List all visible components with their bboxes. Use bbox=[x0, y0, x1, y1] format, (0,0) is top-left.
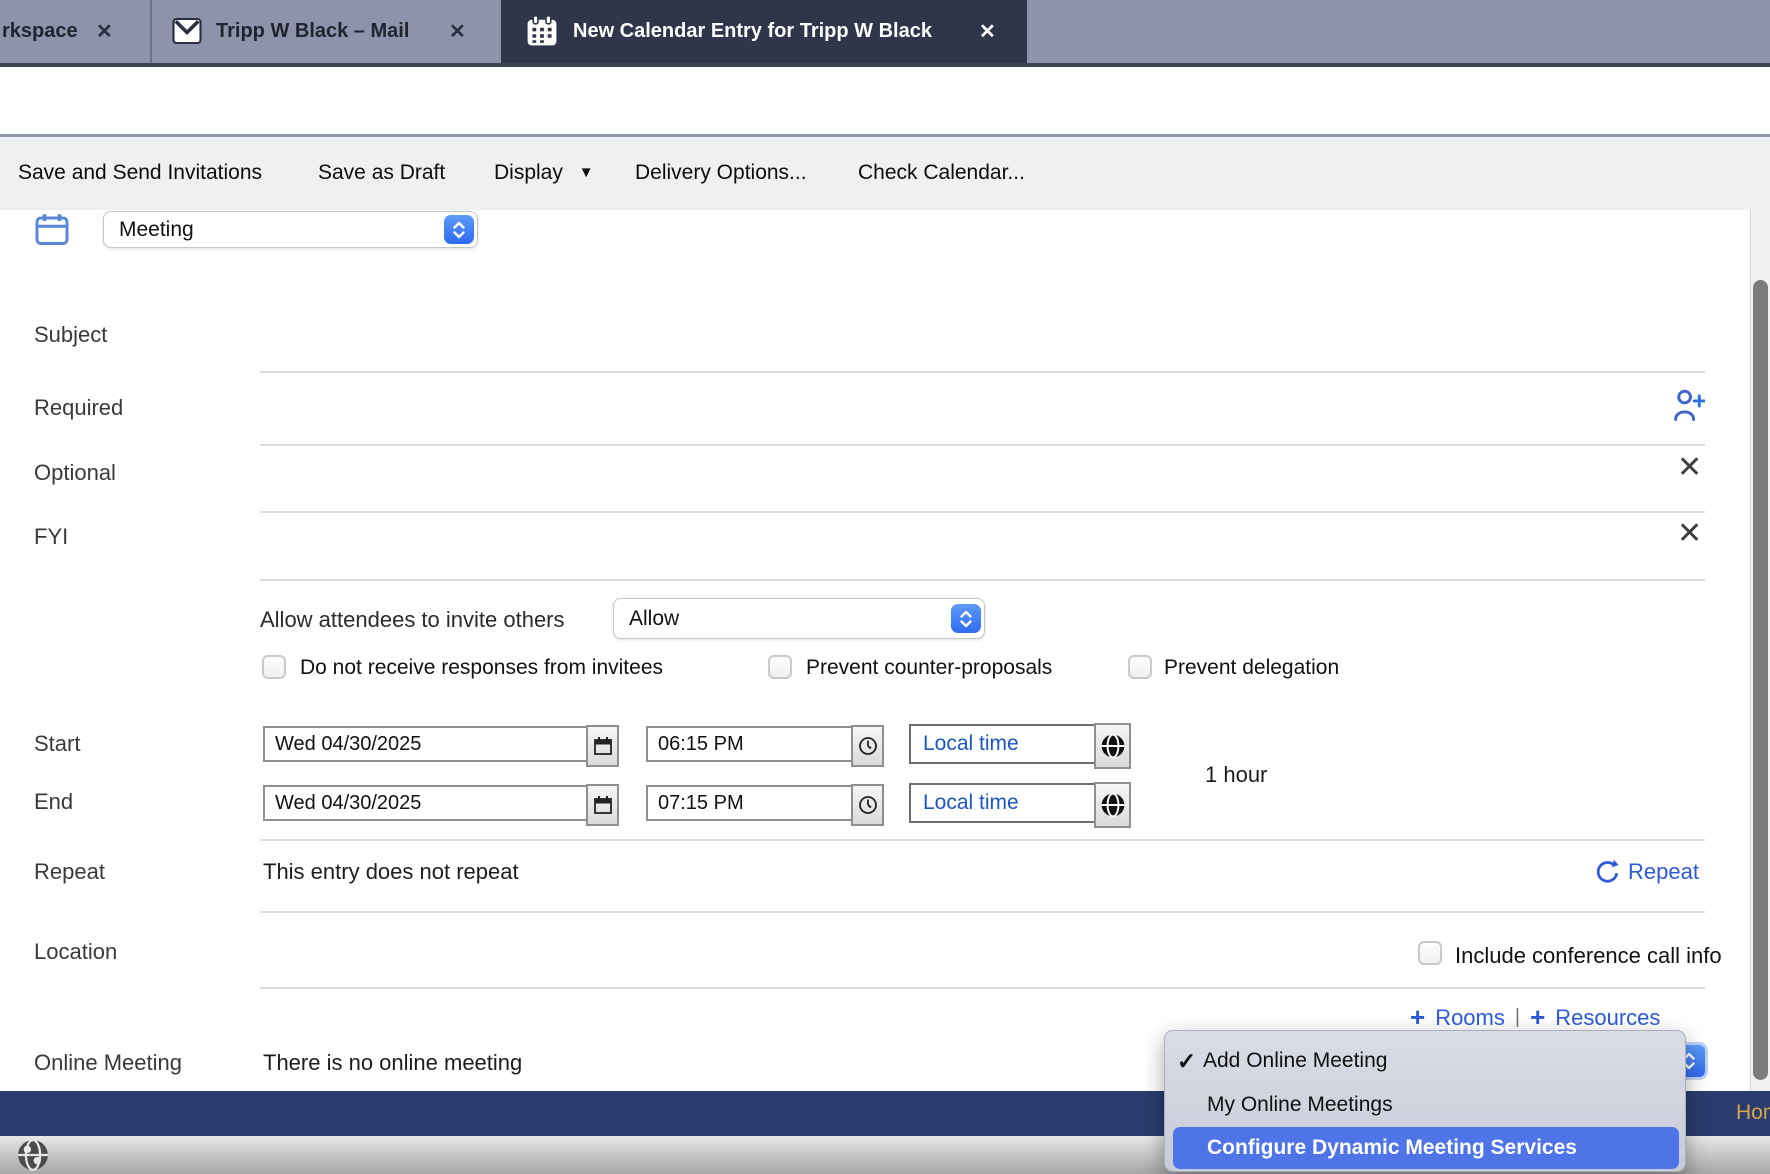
repeat-link-label: Repeat bbox=[1628, 859, 1699, 885]
display-caret-icon: ▼ bbox=[579, 164, 594, 181]
tab-mail-label: Tripp W Black – Mail bbox=[216, 20, 409, 43]
action-bar: Save and Send Invitations Save as Draft … bbox=[0, 134, 1770, 210]
repeat-status-text: This entry does not repeat bbox=[263, 859, 519, 885]
repeat-label: Repeat bbox=[34, 859, 105, 885]
repeat-icon bbox=[1594, 858, 1622, 886]
online-meeting-status-text: There is no online meeting bbox=[263, 1050, 522, 1076]
add-rooms-plus-icon[interactable]: + bbox=[1410, 1002, 1425, 1033]
required-field-underline[interactable] bbox=[260, 444, 1705, 446]
display-menu-button[interactable]: Display ▼ bbox=[494, 161, 594, 185]
end-timezone-value: Local time bbox=[911, 791, 1019, 815]
menu-item-my-online-meetings[interactable]: My Online Meetings bbox=[1173, 1087, 1679, 1123]
optional-label: Optional bbox=[34, 460, 116, 486]
include-conference-call-checkbox[interactable] bbox=[1418, 941, 1442, 965]
menu-item-label: Add Online Meeting bbox=[1203, 1049, 1387, 1073]
save-and-send-button[interactable]: Save and Send Invitations bbox=[18, 161, 262, 185]
vertical-scrollbar-track[interactable] bbox=[1750, 210, 1770, 1091]
end-label: End bbox=[34, 789, 73, 815]
prevent-counter-proposals-label: Prevent counter-proposals bbox=[806, 656, 1052, 680]
add-person-icon[interactable] bbox=[1671, 388, 1705, 424]
fyi-field-underline[interactable] bbox=[260, 579, 1705, 581]
tab-workspace-label: rkspace bbox=[2, 20, 78, 43]
online-meeting-context-menu: ✓ Add Online Meeting My Online Meetings … bbox=[1164, 1030, 1686, 1172]
start-date-picker-icon[interactable] bbox=[586, 725, 619, 767]
prevent-delegation-checkbox[interactable] bbox=[1128, 655, 1152, 679]
end-timezone-globe-icon[interactable] bbox=[1094, 782, 1131, 828]
calendar-entry-icon bbox=[34, 212, 70, 248]
display-menu-label: Display bbox=[494, 161, 563, 184]
prevent-delegation-label: Prevent delegation bbox=[1164, 656, 1339, 680]
start-date-field[interactable]: Wed 04/30/2025 bbox=[263, 726, 618, 762]
invite-others-select[interactable]: Allow bbox=[613, 598, 985, 639]
location-label: Location bbox=[34, 939, 117, 965]
menu-item-label: Configure Dynamic Meeting Services bbox=[1173, 1136, 1577, 1160]
rooms-link[interactable]: Rooms bbox=[1435, 1005, 1505, 1031]
tab-mail[interactable]: Tripp W Black – Mail ✕ bbox=[152, 0, 501, 63]
home-link[interactable]: Home bbox=[1736, 1101, 1770, 1125]
end-row-divider bbox=[260, 839, 1705, 841]
end-time-picker-icon[interactable] bbox=[851, 784, 884, 826]
end-date-picker-icon[interactable] bbox=[586, 784, 619, 826]
invite-others-stepper-icon bbox=[951, 604, 981, 633]
start-time-field[interactable]: 06:15 PM bbox=[646, 726, 883, 762]
tab-workspace[interactable]: rkspace ✕ bbox=[0, 0, 150, 63]
repeat-row-divider bbox=[260, 911, 1705, 913]
tab-bar: rkspace ✕ Tripp W Black – Mail ✕ bbox=[0, 0, 1770, 67]
entry-type-value: Meeting bbox=[104, 218, 194, 242]
menu-item-add-online-meeting[interactable]: ✓ Add Online Meeting bbox=[1173, 1043, 1679, 1079]
start-timezone-globe-icon[interactable] bbox=[1094, 723, 1131, 769]
add-resources-plus-icon[interactable]: + bbox=[1530, 1002, 1545, 1033]
location-field-underline[interactable] bbox=[260, 987, 1705, 989]
save-as-draft-button[interactable]: Save as Draft bbox=[318, 161, 445, 185]
end-time-value: 07:15 PM bbox=[648, 792, 744, 815]
required-label: Required bbox=[34, 395, 123, 421]
vertical-scrollbar-thumb[interactable] bbox=[1753, 280, 1768, 1080]
end-timezone-field[interactable]: Local time bbox=[909, 783, 1130, 823]
invite-others-value: Allow bbox=[614, 607, 679, 631]
end-date-field[interactable]: Wed 04/30/2025 bbox=[263, 785, 618, 821]
entry-type-select[interactable]: Meeting bbox=[103, 211, 478, 248]
duration-text: 1 hour bbox=[1205, 762, 1267, 788]
repeat-link[interactable]: Repeat bbox=[1594, 858, 1699, 886]
start-date-value: Wed 04/30/2025 bbox=[265, 733, 421, 756]
tab-workspace-close-icon[interactable]: ✕ bbox=[96, 19, 113, 44]
fyi-label: FYI bbox=[34, 524, 68, 550]
clear-fyi-icon[interactable]: ✕ bbox=[1677, 516, 1702, 551]
check-calendar-button[interactable]: Check Calendar... bbox=[858, 161, 1025, 185]
resources-link[interactable]: Resources bbox=[1555, 1005, 1660, 1031]
optional-field-underline[interactable] bbox=[260, 511, 1705, 513]
online-meeting-label: Online Meeting bbox=[34, 1050, 182, 1076]
prevent-counter-proposals-checkbox[interactable] bbox=[768, 655, 792, 679]
rooms-resources-separator: | bbox=[1515, 1006, 1520, 1029]
include-conference-call-label: Include conference call info bbox=[1455, 943, 1722, 969]
start-timezone-field[interactable]: Local time bbox=[909, 724, 1130, 764]
end-date-value: Wed 04/30/2025 bbox=[265, 792, 421, 815]
end-time-field[interactable]: 07:15 PM bbox=[646, 785, 883, 821]
checkmark-icon: ✓ bbox=[1173, 1048, 1203, 1075]
no-responses-label: Do not receive responses from invitees bbox=[300, 656, 663, 680]
no-responses-checkbox[interactable] bbox=[262, 655, 286, 679]
clear-optional-icon[interactable]: ✕ bbox=[1677, 450, 1702, 485]
start-timezone-value: Local time bbox=[911, 732, 1019, 756]
start-label: Start bbox=[34, 731, 80, 757]
rich-text-toolbar: ▼ ▼ bbox=[0, 67, 1770, 134]
network-globe-icon bbox=[16, 1138, 50, 1172]
menu-item-label: My Online Meetings bbox=[1173, 1093, 1393, 1117]
start-time-value: 06:15 PM bbox=[648, 733, 744, 756]
app-window: rkspace ✕ Tripp W Black – Mail ✕ bbox=[0, 0, 1770, 1174]
tab-calendar-entry-label: New Calendar Entry for Tripp W Black bbox=[573, 20, 932, 43]
mail-icon bbox=[172, 17, 202, 45]
start-time-picker-icon[interactable] bbox=[851, 725, 884, 767]
subject-label: Subject bbox=[34, 322, 107, 348]
delivery-options-button[interactable]: Delivery Options... bbox=[635, 161, 807, 185]
tab-calendar-entry[interactable]: New Calendar Entry for Tripp W Black ✕ bbox=[501, 0, 1027, 63]
menu-item-configure-dynamic-meeting-services[interactable]: Configure Dynamic Meeting Services bbox=[1173, 1127, 1679, 1169]
invite-others-label: Allow attendees to invite others bbox=[260, 607, 565, 633]
calendar-tab-icon bbox=[526, 15, 558, 47]
rooms-resources-row: + Rooms | + Resources bbox=[1410, 1002, 1660, 1033]
entry-type-stepper-icon bbox=[444, 215, 474, 244]
subject-field-underline[interactable] bbox=[260, 371, 1705, 373]
tab-mail-close-icon[interactable]: ✕ bbox=[449, 19, 466, 44]
tab-calendar-entry-close-icon[interactable]: ✕ bbox=[979, 19, 996, 44]
